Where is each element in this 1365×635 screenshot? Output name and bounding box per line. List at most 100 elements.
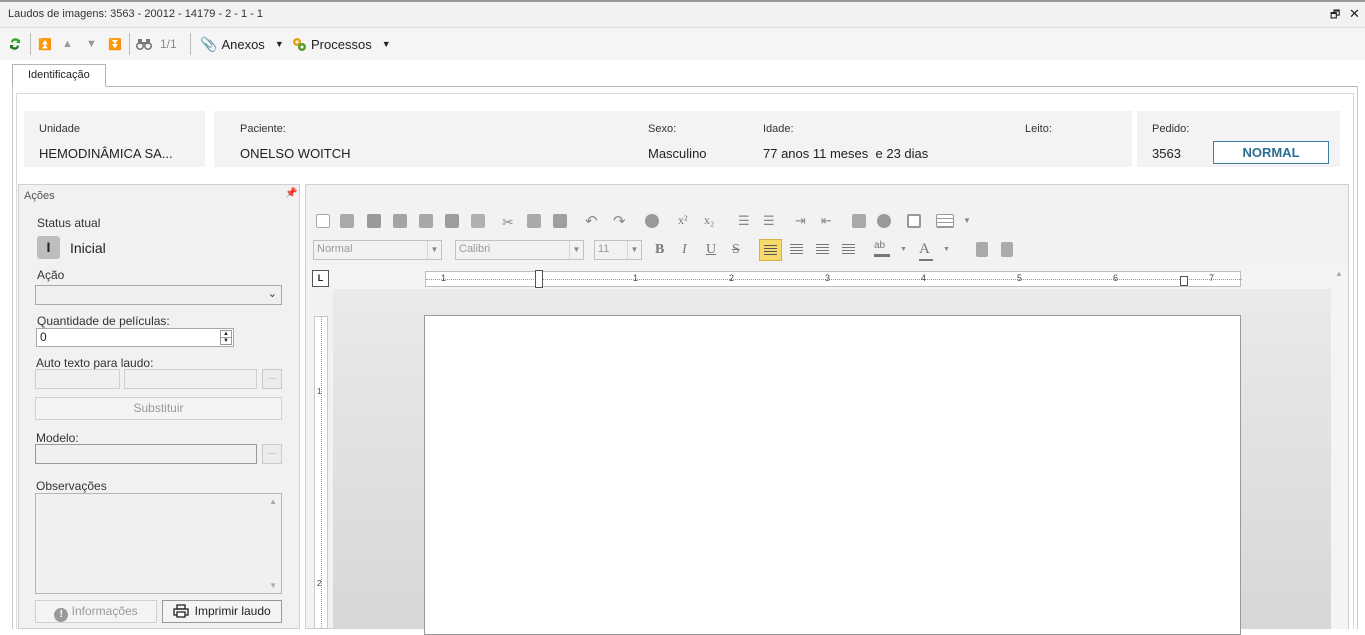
- font-combobox[interactable]: Calibri ▼: [455, 240, 584, 260]
- informacoes-button[interactable]: ! Informações: [35, 600, 157, 623]
- next-record-icon[interactable]: ▼: [86, 34, 97, 54]
- font-color-button[interactable]: A: [919, 241, 933, 261]
- paragraph-settings-icon[interactable]: [976, 242, 988, 257]
- tab-identificacao[interactable]: Identificação: [12, 64, 106, 87]
- scroll-up-icon[interactable]: ▲: [1335, 269, 1343, 278]
- ruler-number: 7: [1209, 273, 1215, 283]
- ruler-number: 5: [1017, 273, 1023, 283]
- informacoes-label: Informações: [71, 604, 138, 618]
- chevron-down-icon: ▼: [569, 241, 583, 259]
- insert-image-icon[interactable]: [907, 214, 921, 228]
- bold-button[interactable]: B: [655, 242, 664, 258]
- modelo-field[interactable]: [35, 444, 257, 464]
- style-value: Normal: [317, 243, 353, 255]
- print-preview-icon[interactable]: [445, 214, 459, 228]
- document-page[interactable]: [424, 315, 1241, 635]
- horizontal-ruler[interactable]: 1 1 2 3 4 5 6 7: [425, 270, 1242, 288]
- chevron-down-icon[interactable]: ▼: [943, 246, 950, 253]
- scroll-up-icon[interactable]: ▲: [269, 497, 277, 506]
- font-color-label: A: [919, 241, 930, 257]
- underline-button[interactable]: U: [706, 242, 716, 258]
- page-settings-icon[interactable]: [1001, 242, 1013, 257]
- search-binoculars-icon[interactable]: [136, 34, 152, 54]
- chevron-down-icon[interactable]: ▼: [900, 246, 907, 253]
- spellcheck-icon[interactable]: [645, 214, 659, 228]
- imprimir-label: Imprimir laudo: [194, 604, 271, 618]
- decrease-indent-icon[interactable]: ⇤: [821, 214, 835, 228]
- justify-icon[interactable]: [842, 244, 855, 254]
- align-right-icon[interactable]: [816, 244, 829, 254]
- scroll-down-icon[interactable]: ▼: [269, 581, 277, 590]
- align-left-button[interactable]: [759, 239, 782, 261]
- subscript-icon[interactable]: x₂: [704, 213, 714, 228]
- superscript-icon[interactable]: x²: [678, 213, 688, 228]
- quantidade-stepper[interactable]: 0 ▲ ▼: [36, 328, 234, 347]
- find-icon[interactable]: [471, 214, 485, 228]
- refresh-icon[interactable]: [8, 34, 22, 54]
- processos-button[interactable]: Processos ▼: [291, 34, 391, 54]
- increase-indent-icon[interactable]: ⇥: [795, 214, 809, 228]
- pedido-label: Pedido:: [1152, 123, 1190, 135]
- close-window-icon[interactable]: ✕: [1349, 6, 1360, 22]
- print-icon[interactable]: [419, 214, 433, 228]
- insert-table-icon[interactable]: [936, 214, 954, 228]
- paperclip-icon: 📎: [200, 35, 218, 52]
- anexos-button[interactable]: 📎 Anexos ▼: [200, 34, 284, 54]
- anexos-label: Anexos: [221, 36, 265, 52]
- stepper-down-icon[interactable]: ▼: [220, 337, 232, 345]
- editor-scrollbar[interactable]: ▲: [1331, 266, 1348, 629]
- bullet-list-icon[interactable]: ☰: [763, 214, 777, 228]
- pin-icon[interactable]: 📌: [285, 188, 297, 199]
- numbered-list-icon[interactable]: ☰: [738, 214, 752, 228]
- autotexto-code-field[interactable]: [35, 369, 120, 389]
- new-document-icon[interactable]: [316, 214, 330, 228]
- chevron-down-icon[interactable]: ▼: [963, 216, 971, 225]
- printer-icon: [173, 604, 189, 625]
- copy-icon[interactable]: [527, 214, 541, 228]
- right-indent-marker[interactable]: [1180, 276, 1188, 286]
- modelo-lookup-button[interactable]: ...: [262, 444, 282, 464]
- strikethrough-button[interactable]: S: [732, 242, 740, 258]
- observacoes-textarea[interactable]: ▲ ▼: [35, 493, 282, 594]
- paciente-label: Paciente:: [240, 123, 286, 135]
- save-icon[interactable]: [367, 214, 381, 228]
- sexo-value: Masculino: [648, 146, 707, 161]
- vertical-ruler[interactable]: 1 2: [314, 316, 328, 629]
- hyperlink-icon[interactable]: [877, 214, 891, 228]
- chevron-down-icon: ▼: [381, 39, 391, 49]
- info-icon: !: [54, 608, 69, 622]
- chevron-down-icon: ▼: [274, 39, 284, 49]
- left-indent-marker[interactable]: [535, 270, 543, 288]
- imprimir-laudo-button[interactable]: Imprimir laudo: [162, 600, 282, 623]
- autotexto-desc-field[interactable]: [124, 369, 257, 389]
- leito-label: Leito:: [1025, 123, 1052, 135]
- previous-record-icon[interactable]: ▲: [62, 34, 73, 54]
- page-break-icon[interactable]: [852, 214, 866, 228]
- style-combobox[interactable]: Normal ▼: [313, 240, 442, 260]
- autotexto-lookup-button[interactable]: ...: [262, 369, 282, 389]
- record-counter: 1/1: [160, 37, 177, 51]
- acao-select[interactable]: ⌄: [35, 285, 282, 305]
- open-folder-icon[interactable]: [340, 214, 354, 228]
- font-size-combobox[interactable]: 11 ▼: [594, 240, 642, 260]
- undo-icon[interactable]: ↶: [585, 212, 599, 230]
- cut-icon[interactable]: ✂: [502, 214, 516, 230]
- unidade-value: HEMODINÂMICA SA...: [39, 146, 173, 161]
- last-record-icon[interactable]: ⏬: [108, 34, 122, 54]
- substituir-button[interactable]: Substituir: [35, 397, 282, 420]
- redo-icon[interactable]: ↷: [613, 212, 627, 230]
- first-record-icon[interactable]: ⏫: [38, 34, 52, 54]
- align-center-icon[interactable]: [790, 244, 803, 254]
- quantidade-value: 0: [40, 330, 47, 344]
- chevron-down-icon: ▼: [627, 241, 641, 259]
- modelo-label: Modelo:: [36, 431, 79, 445]
- paciente-value: ONELSO WOITCH: [240, 146, 351, 161]
- restore-window-icon[interactable]: 🗗: [1330, 6, 1340, 25]
- acao-label: Ação: [37, 268, 65, 282]
- tab-stop-selector[interactable]: L: [312, 270, 329, 287]
- ruler-number: 4: [921, 273, 927, 283]
- save-as-icon[interactable]: [393, 214, 407, 228]
- highlight-color-button[interactable]: ab: [874, 240, 890, 257]
- italic-button[interactable]: I: [682, 242, 687, 258]
- paste-icon[interactable]: [553, 214, 567, 228]
